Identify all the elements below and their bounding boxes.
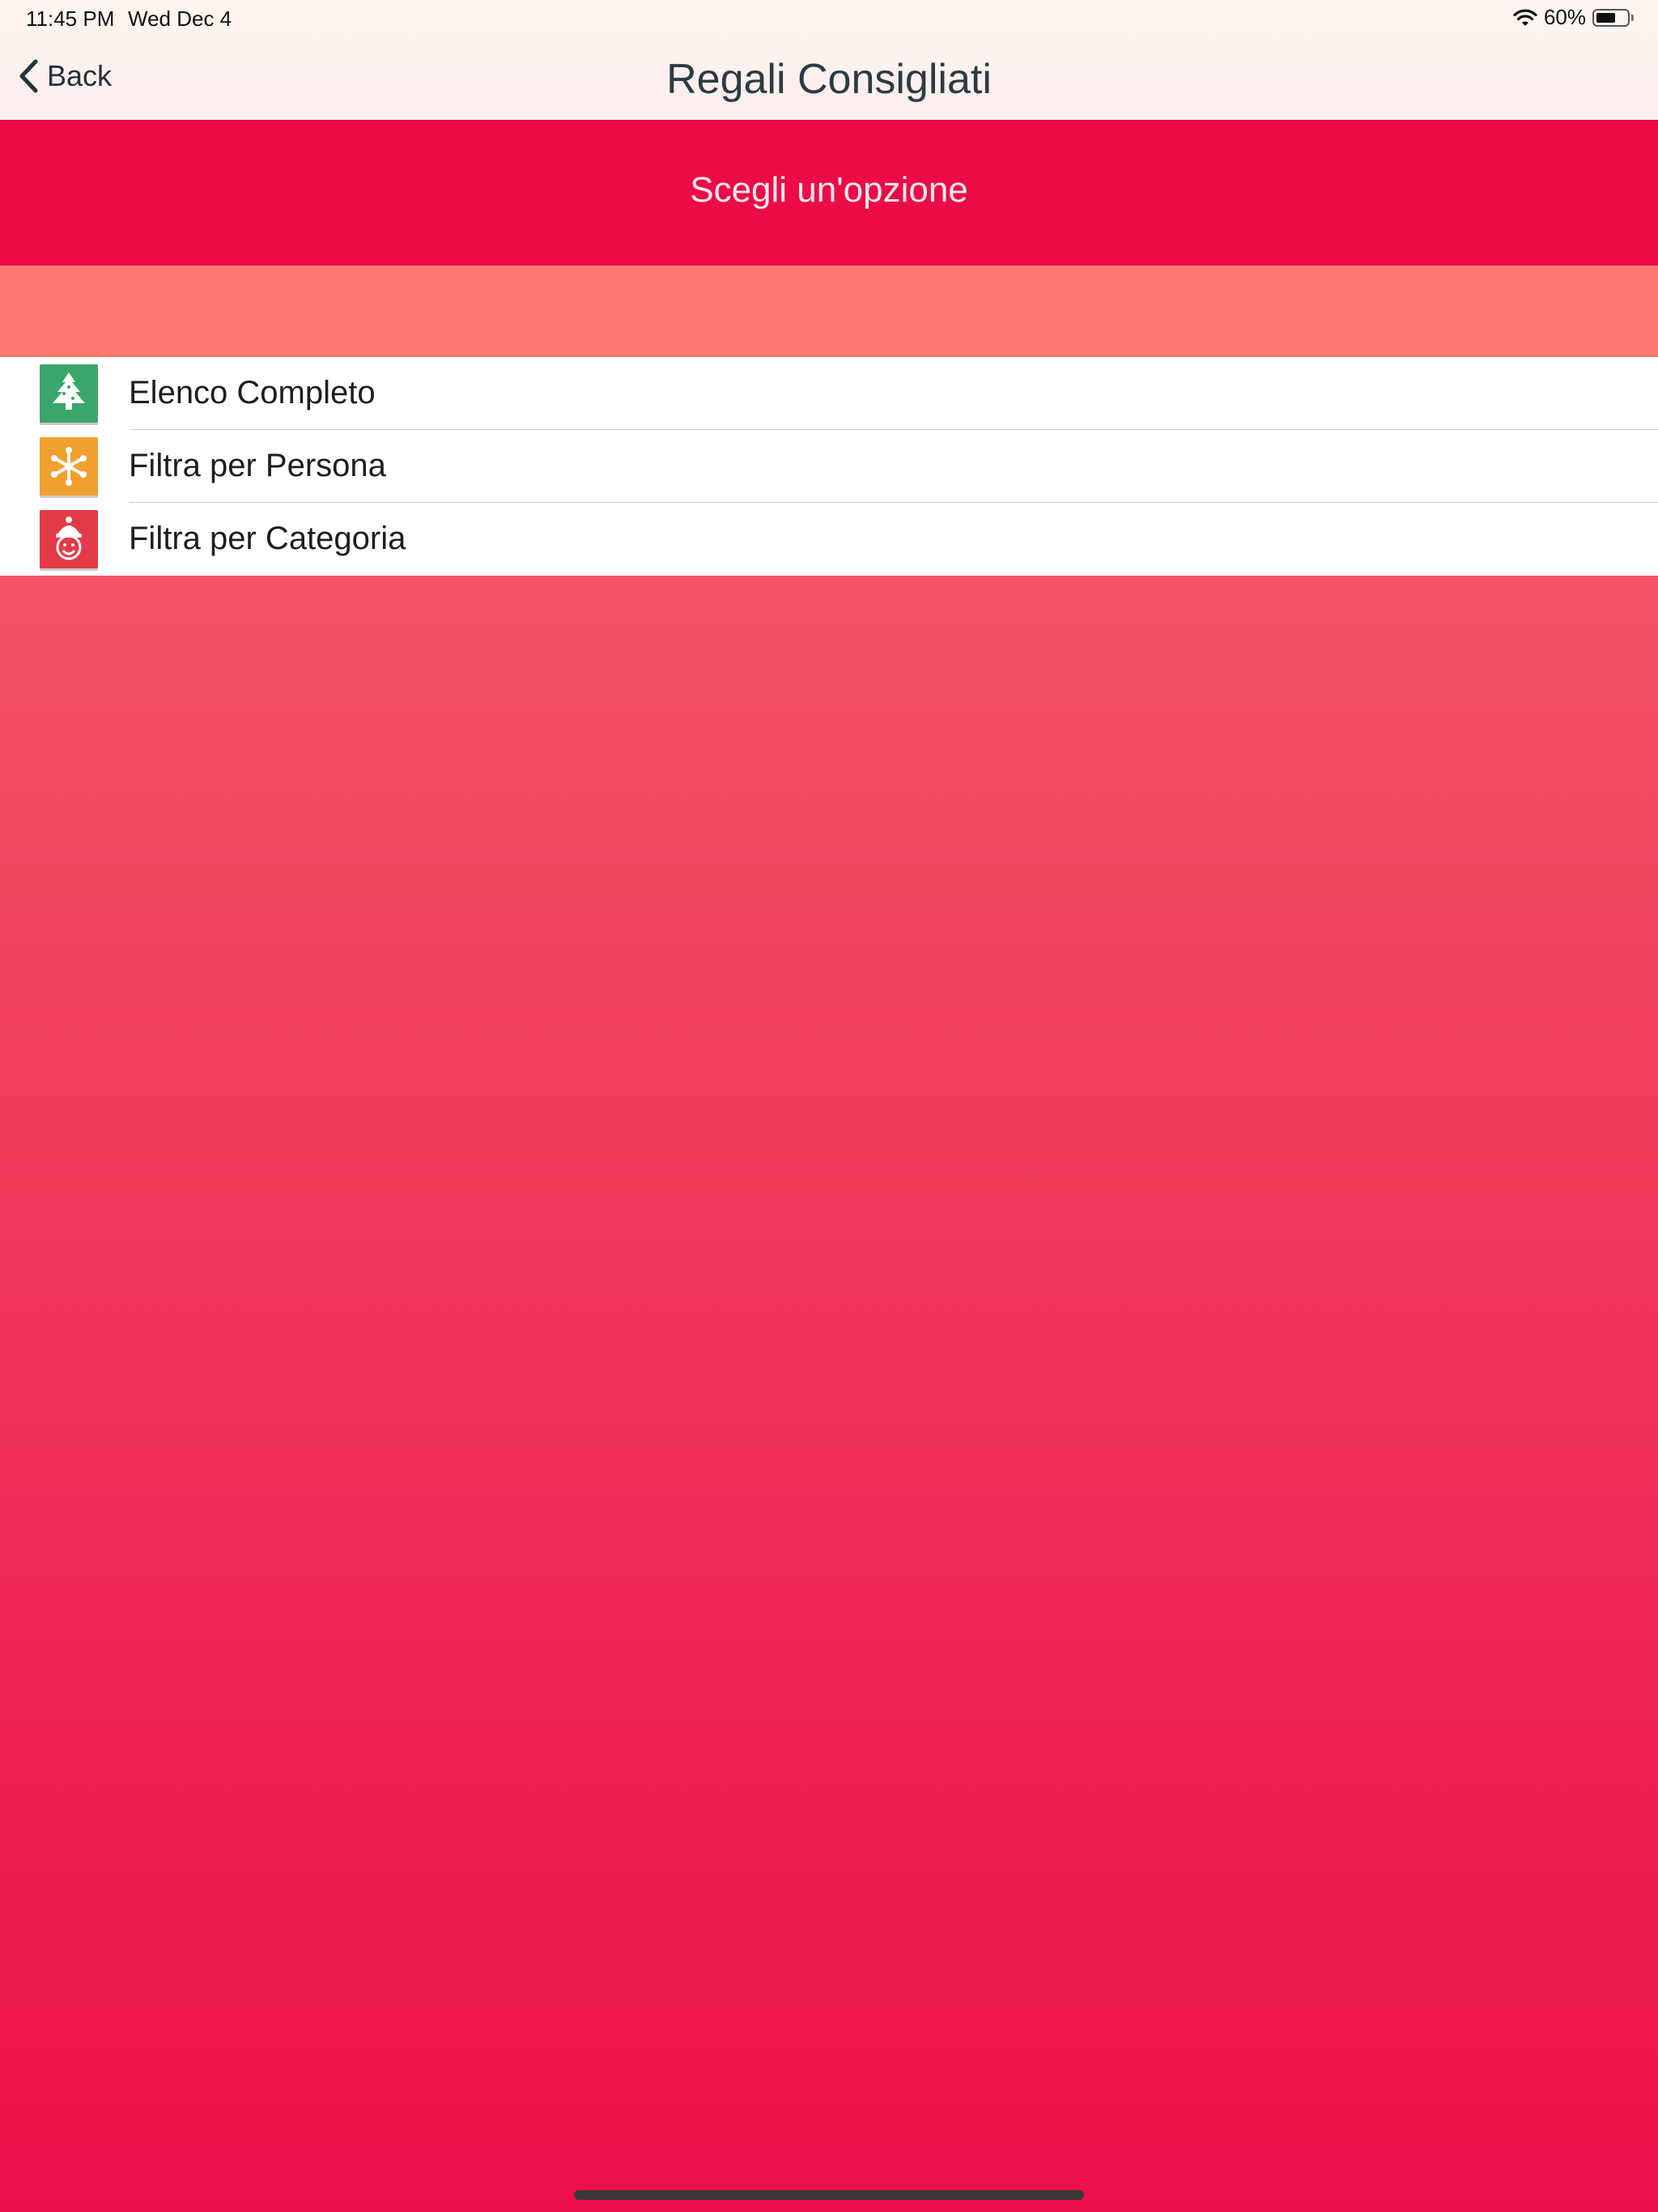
list-item-label: Elenco Completo [129, 375, 376, 410]
status-bar: 11:45 PM Wed Dec 4 60% [0, 0, 1658, 39]
header-band: Scegli un'opzione [0, 120, 1658, 266]
snowflake-icon [40, 437, 98, 496]
wifi-icon [1513, 9, 1537, 26]
options-list: Elenco Completo Filtra per Persona Filtr… [0, 357, 1658, 576]
status-date: Wed Dec 4 [128, 6, 232, 31]
christmas-tree-icon [40, 364, 98, 423]
status-indicators: 60% [1513, 5, 1634, 30]
list-item-elenco-completo[interactable]: Elenco Completo [0, 357, 1658, 430]
list-item-label: Filtra per Persona [129, 448, 386, 483]
list-item-filtra-persona[interactable]: Filtra per Persona [0, 430, 1658, 503]
status-time: 11:45 PM [26, 6, 115, 31]
battery-level [1596, 12, 1615, 23]
battery-percent: 60% [1543, 5, 1586, 29]
list-item-label: Filtra per Categoria [129, 521, 406, 556]
battery-icon [1592, 8, 1630, 27]
page-title: Regali Consigliati [666, 56, 992, 103]
list-item-filtra-categoria[interactable]: Filtra per Categoria [0, 503, 1658, 576]
santa-icon [40, 510, 98, 568]
battery-tip [1631, 14, 1634, 21]
choose-option-label: Scegli un'opzione [690, 170, 968, 210]
home-indicator[interactable] [574, 2190, 1084, 2200]
spacer-band [0, 266, 1658, 357]
